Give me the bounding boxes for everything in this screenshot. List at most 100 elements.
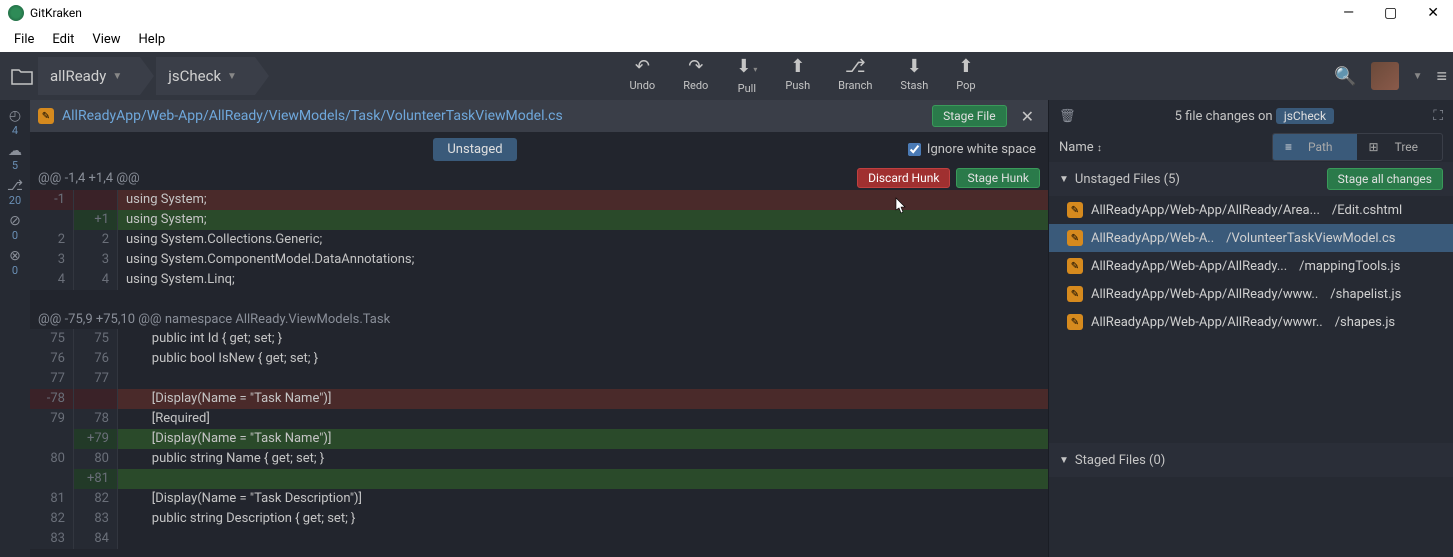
line-number-old: 76: [30, 349, 74, 369]
app-icon: [8, 5, 24, 21]
ignore-whitespace-checkbox[interactable]: [908, 143, 921, 156]
avatar[interactable]: [1371, 62, 1399, 90]
menu-edit[interactable]: Edit: [44, 30, 82, 49]
file-path-name: /mappingTools.js: [1299, 259, 1400, 274]
diff-line[interactable]: 7978 [Required]: [30, 409, 1048, 429]
code-text: public int Id { get; set; }: [118, 329, 1048, 349]
rail-item-2[interactable]: ⎇20: [7, 176, 23, 209]
hamburger-icon[interactable]: ≡: [1436, 66, 1447, 87]
code-text: public string Description { get; set; }: [118, 509, 1048, 529]
file-header: ✎ AllReadyApp/Web-App/AllReady/ViewModel…: [30, 100, 1048, 132]
line-number-new: +1: [74, 210, 118, 230]
code-text: [118, 369, 1048, 389]
view-toggle: ≡ Path ⊞ Tree: [1272, 133, 1443, 161]
line-number-new: +81: [74, 469, 118, 489]
diff-line[interactable]: 22using System.Collections.Generic;: [30, 230, 1048, 250]
line-number-new: [74, 389, 118, 409]
diff-line[interactable]: +1using System;: [30, 210, 1048, 230]
staged-section-header[interactable]: ▼ Staged Files (0): [1049, 443, 1453, 477]
code-text: using System.ComponentModel.DataAnnotati…: [118, 250, 1048, 270]
line-number-new: 75: [74, 329, 118, 349]
pop-button[interactable]: ⬆Pop: [956, 57, 975, 95]
file-item[interactable]: ✎AllReadyApp/Web-App/AllReady/www../shap…: [1049, 280, 1453, 308]
unstaged-section-header[interactable]: ▼ Unstaged Files (5) Stage all changes: [1049, 162, 1453, 196]
path-view-button[interactable]: ≡ Path: [1273, 134, 1357, 160]
push-button[interactable]: ⬆Push: [785, 57, 810, 95]
diff-line[interactable]: 8384: [30, 529, 1048, 549]
rail-item-3[interactable]: ⊘0: [9, 211, 21, 244]
sort-label[interactable]: Name ↕: [1059, 140, 1102, 155]
diff-line[interactable]: -1 using System;: [30, 190, 1048, 210]
line-number-new: 82: [74, 489, 118, 509]
branch-crumb[interactable]: jsCheck ▼: [156, 57, 255, 95]
line-number-old: -1: [30, 190, 74, 210]
diff-line[interactable]: 33using System.ComponentModel.DataAnnota…: [30, 250, 1048, 270]
main-toolbar: allReady ▼ jsCheck ▼ ↶Undo ↷Redo ⬇▾Pull …: [0, 52, 1453, 100]
rail-item-1[interactable]: ☁5: [8, 141, 22, 174]
stage-file-button[interactable]: Stage File: [932, 105, 1007, 127]
line-number-old: 81: [30, 489, 74, 509]
branch-pill: jsCheck: [1276, 108, 1334, 124]
branch-icon: ⎇: [845, 57, 866, 77]
discard-hunk-button[interactable]: Discard Hunk: [857, 168, 950, 188]
rail-item-4[interactable]: ⊗0: [9, 246, 21, 279]
stage-all-button[interactable]: Stage all changes: [1327, 168, 1443, 190]
pop-icon: ⬆: [958, 57, 973, 77]
unstaged-pill: Unstaged: [433, 138, 516, 161]
diff-line[interactable]: -78 [Display(Name = "Task Name")]: [30, 389, 1048, 409]
undo-button[interactable]: ↶Undo: [630, 57, 656, 95]
diff-body[interactable]: @@ -1,4 +1,4 @@ Discard Hunk Stage Hunk …: [30, 166, 1048, 557]
tree-view-button[interactable]: ⊞ Tree: [1357, 134, 1442, 160]
line-number-old: [30, 429, 74, 449]
code-text: using System.Collections.Generic;: [118, 230, 1048, 250]
file-modified-icon: ✎: [1067, 202, 1083, 218]
file-path-prefix: AllReadyApp/Web-App/AllReady...: [1091, 259, 1287, 274]
diff-line[interactable]: +81: [30, 469, 1048, 489]
line-number-new: 84: [74, 529, 118, 549]
search-icon[interactable]: 🔍: [1334, 66, 1356, 87]
diff-line[interactable]: 7676 public bool IsNew { get; set; }: [30, 349, 1048, 369]
file-modified-icon: ✎: [1067, 258, 1083, 274]
pull-button[interactable]: ⬇▾Pull: [736, 57, 757, 95]
chevron-down-icon: ▼: [1059, 174, 1069, 185]
minimize-button[interactable]: —: [1337, 5, 1360, 21]
file-item[interactable]: ✎AllReadyApp/Web-App/AllReady/wwwr../sha…: [1049, 308, 1453, 336]
diff-line[interactable]: 8080 public string Name { get; set; }: [30, 449, 1048, 469]
diff-line[interactable]: 7777: [30, 369, 1048, 389]
code-text: using System;: [118, 190, 1048, 210]
expand-icon[interactable]: ⛶: [1433, 108, 1443, 124]
file-item[interactable]: ✎AllReadyApp/Web-A../VolunteerTaskViewMo…: [1049, 224, 1453, 252]
file-item[interactable]: ✎ AllReadyApp/Web-App/AllReady... /mapping…: [1049, 252, 1453, 280]
sort-icon: ↕: [1097, 143, 1102, 154]
line-number-old: [30, 469, 74, 489]
redo-button[interactable]: ↷Redo: [683, 57, 708, 95]
line-number-new: 83: [74, 509, 118, 529]
file-item[interactable]: ✎AllReadyApp/Web-App/AllReady/Area.../Ed…: [1049, 196, 1453, 224]
line-number-old: [30, 210, 74, 230]
close-button[interactable]: ✕: [1421, 5, 1445, 21]
branch-button[interactable]: ⎇Branch: [838, 57, 872, 95]
diff-line[interactable]: 44using System.Linq;: [30, 270, 1048, 290]
folder-button[interactable]: [6, 60, 38, 92]
code-text: using System;: [118, 210, 1048, 230]
diff-line[interactable]: +79 [Display(Name = "Task Name")]: [30, 429, 1048, 449]
maximize-button[interactable]: ▢: [1378, 5, 1403, 21]
file-path-prefix: AllReadyApp/Web-App/AllReady/www..: [1091, 287, 1318, 302]
line-number-old: 2: [30, 230, 74, 250]
diff-line[interactable]: 8283 public string Description { get; se…: [30, 509, 1048, 529]
menu-help[interactable]: Help: [131, 30, 174, 49]
hunk-header: @@ -75,9 +75,10 @@ namespace AllReady.Vi…: [30, 310, 1048, 329]
ignore-whitespace-toggle[interactable]: Ignore white space: [908, 142, 1036, 157]
repo-crumb[interactable]: allReady ▼: [38, 57, 140, 95]
diff-line[interactable]: 7575 public int Id { get; set; }: [30, 329, 1048, 349]
close-icon[interactable]: ✕: [1015, 107, 1040, 126]
avatar-caret-icon[interactable]: ▼: [1413, 71, 1423, 82]
stage-hunk-button[interactable]: Stage Hunk: [956, 168, 1040, 188]
trash-icon[interactable]: 🗑: [1059, 109, 1076, 124]
stash-button[interactable]: ⬇Stash: [900, 57, 928, 95]
pull-icon: ⬇▾: [736, 57, 757, 80]
menu-view[interactable]: View: [84, 30, 128, 49]
menu-file[interactable]: File: [6, 30, 42, 49]
diff-line[interactable]: 8182 [Display(Name = "Task Description")…: [30, 489, 1048, 509]
rail-item-0[interactable]: ◴4: [9, 106, 21, 139]
